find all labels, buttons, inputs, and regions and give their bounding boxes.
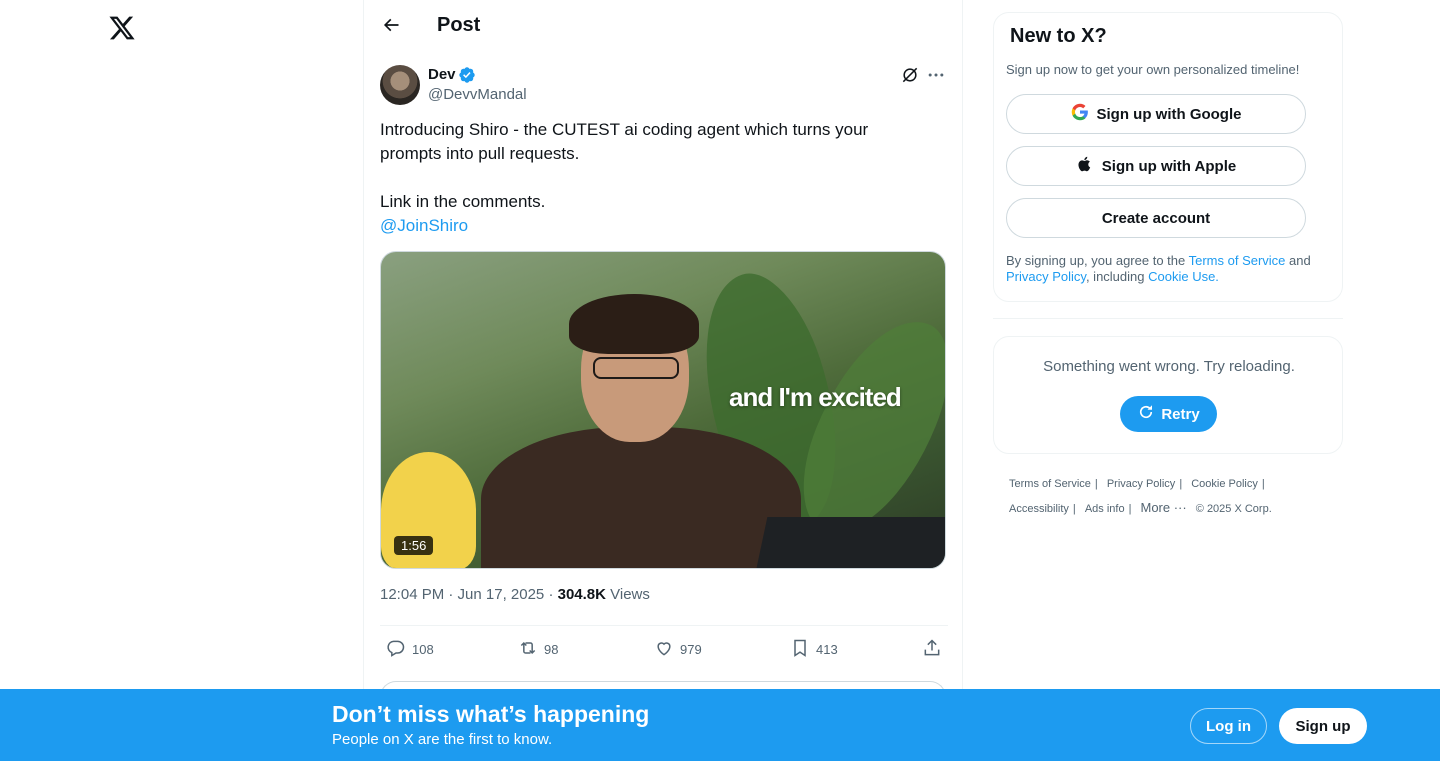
footer-privacy-link[interactable]: Privacy Policy bbox=[1107, 472, 1175, 496]
post-text: Introducing Shiro - the CUTEST ai coding… bbox=[380, 118, 948, 238]
login-button[interactable]: Log in bbox=[1190, 708, 1267, 744]
footer-separator: | bbox=[1128, 503, 1132, 515]
video-person-body bbox=[481, 427, 801, 568]
author-handle[interactable]: @DevvMandal bbox=[428, 86, 527, 103]
share-button[interactable] bbox=[922, 638, 942, 661]
post-text-line: prompts into pull requests. bbox=[380, 144, 580, 163]
heart-icon bbox=[654, 638, 674, 661]
reply-button[interactable]: 108 bbox=[386, 638, 434, 661]
apple-logo-icon bbox=[1076, 155, 1094, 177]
post-column: Post Dev @DevvMandal Introducing Shiro -… bbox=[363, 0, 963, 761]
video-laptop bbox=[754, 517, 945, 568]
back-button[interactable] bbox=[376, 12, 406, 42]
page-title: Post bbox=[437, 14, 481, 36]
signup-google-label: Sign up with Google bbox=[1096, 105, 1242, 123]
footer-separator: | bbox=[1094, 478, 1098, 490]
grok-icon[interactable] bbox=[900, 65, 922, 87]
post-text-line: Introducing Shiro - the CUTEST ai coding… bbox=[380, 120, 869, 139]
footer-separator: | bbox=[1072, 503, 1076, 515]
legal-prefix: By signing up, you agree to the bbox=[1006, 253, 1189, 268]
legal-including: , including bbox=[1085, 269, 1149, 284]
video-caption: and I'm excited bbox=[729, 382, 902, 412]
author-name[interactable]: Dev bbox=[428, 66, 456, 83]
banner-title: Don’t miss what’s happening bbox=[332, 701, 650, 727]
footer-separator: | bbox=[1261, 478, 1265, 490]
footer-cookie-link[interactable]: Cookie Policy bbox=[1191, 472, 1258, 496]
error-message: Something went wrong. Try reloading. bbox=[1043, 358, 1295, 375]
create-account-label: Create account bbox=[1101, 209, 1211, 227]
repost-count: 98 bbox=[544, 642, 559, 657]
footer-ads-link[interactable]: Ads info bbox=[1085, 497, 1125, 521]
signup-title: New to X? bbox=[1010, 25, 1107, 47]
like-button[interactable]: 979 bbox=[654, 638, 702, 661]
video-person-glasses bbox=[593, 357, 679, 379]
footer-links: Terms of Service | Privacy Policy | Cookie… bbox=[1009, 472, 1329, 521]
share-icon bbox=[922, 638, 942, 661]
post-text-line bbox=[380, 166, 948, 190]
error-card: Something went wrong. Try reloading. Ret… bbox=[993, 336, 1343, 454]
cookie-use-link[interactable]: Cookie Use. bbox=[1148, 269, 1219, 284]
reply-icon bbox=[386, 638, 406, 661]
more-options-icon[interactable] bbox=[926, 65, 948, 87]
avatar[interactable] bbox=[380, 65, 420, 105]
post-video[interactable]: and I'm excited 1:56 bbox=[380, 251, 946, 569]
arrow-left-icon bbox=[381, 15, 401, 40]
signup-card: New to X? Sign up now to get your own pe… bbox=[993, 12, 1343, 302]
signup-legal-text: By signing up, you agree to the Terms of… bbox=[1006, 253, 1326, 285]
repost-button[interactable]: 98 bbox=[518, 638, 558, 661]
post-text-line: Link in the comments. bbox=[380, 192, 546, 211]
post-header: Post bbox=[364, 0, 964, 53]
google-logo-icon bbox=[1071, 103, 1089, 125]
bookmark-icon bbox=[790, 638, 810, 661]
retry-button[interactable]: Retry bbox=[1120, 396, 1217, 432]
signup-google-button[interactable]: Sign up with Google bbox=[1006, 94, 1306, 134]
views-label: Views bbox=[605, 586, 650, 603]
footer-terms-link[interactable]: Terms of Service bbox=[1009, 472, 1091, 496]
post-actions: 108 98 979 413 bbox=[380, 626, 948, 672]
post-meta: 12:04 PM · Jun 17, 2025 · 304.8K Views bbox=[380, 586, 650, 603]
footer-copyright: © 2025 X Corp. bbox=[1195, 503, 1272, 515]
terms-link[interactable]: Terms of Service bbox=[1189, 253, 1286, 268]
bookmark-count: 413 bbox=[816, 642, 838, 657]
signup-subtitle: Sign up now to get your own personalized… bbox=[1006, 62, 1300, 77]
signup-apple-label: Sign up with Apple bbox=[1101, 157, 1237, 175]
post-author: Dev @DevvMandal bbox=[380, 64, 948, 108]
post-timestamp[interactable]: 12:04 PM · Jun 17, 2025 · bbox=[380, 586, 558, 603]
footer-separator: | bbox=[1179, 478, 1183, 490]
video-duration-badge: 1:56 bbox=[394, 536, 434, 555]
mention-link[interactable]: @JoinShiro bbox=[380, 214, 948, 238]
banner-subtitle: People on X are the first to know. bbox=[332, 731, 553, 748]
reply-count: 108 bbox=[412, 642, 434, 657]
footer-accessibility-link[interactable]: Accessibility bbox=[1009, 497, 1069, 521]
signup-button[interactable]: Sign up bbox=[1279, 708, 1367, 744]
views-count: 304.8K bbox=[557, 586, 606, 603]
x-logo-icon[interactable] bbox=[108, 14, 136, 42]
retry-label: Retry bbox=[1161, 405, 1200, 423]
repost-icon bbox=[518, 638, 538, 661]
privacy-link[interactable]: Privacy Policy bbox=[1006, 269, 1086, 284]
signup-banner: Don’t miss what’s happening People on X … bbox=[0, 689, 1440, 761]
create-account-button[interactable]: Create account bbox=[1006, 198, 1306, 238]
legal-and: and bbox=[1285, 253, 1311, 268]
refresh-icon bbox=[1137, 403, 1155, 425]
divider bbox=[993, 318, 1343, 319]
like-count: 979 bbox=[680, 642, 702, 657]
video-person-hair bbox=[569, 294, 699, 354]
bookmark-button[interactable]: 413 bbox=[790, 638, 838, 661]
footer-more-button[interactable]: More ··· bbox=[1141, 496, 1187, 520]
verified-badge-icon bbox=[458, 66, 476, 84]
signup-apple-button[interactable]: Sign up with Apple bbox=[1006, 146, 1306, 186]
